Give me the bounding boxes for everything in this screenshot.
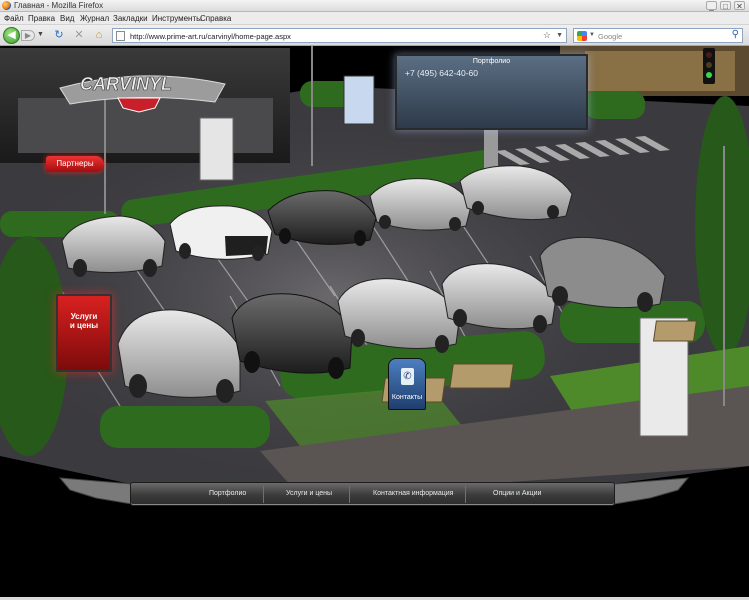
url-bar[interactable]: http://www.prime-art.ru/carvinyl/home-pa… (112, 28, 567, 43)
minimize-button[interactable]: _ (706, 1, 717, 11)
menu-file[interactable]: Файл (4, 14, 24, 23)
blank-sign-left (199, 117, 234, 181)
reload-icon[interactable]: ↻ (52, 28, 66, 42)
maximize-button[interactable]: □ (720, 1, 731, 11)
footer-nav-separator (263, 486, 264, 503)
logo-text: CARVINYL (80, 74, 172, 94)
page-icon (116, 31, 125, 41)
close-button[interactable]: ✕ (734, 1, 745, 11)
history-dropdown-button[interactable]: ▼ (37, 31, 44, 38)
footer-nav-contact-info[interactable]: Контактная информация (373, 489, 453, 498)
services-sign-line-2: и цены (69, 321, 99, 330)
menu-help[interactable]: Справка (200, 14, 231, 23)
stop-icon[interactable]: ✕ (72, 28, 86, 42)
menu-bar: Файл Правка Вид Журнал Закладки Инструме… (0, 12, 749, 25)
google-icon[interactable] (577, 31, 587, 41)
footer-nav-portfolio[interactable]: Портфолио (209, 489, 246, 498)
phone-icon: ✆ (401, 368, 414, 385)
contacts-sign[interactable]: ✆ Контакты (388, 358, 426, 410)
car-audi-convertible[interactable] (169, 205, 273, 261)
footer-nav-separator (349, 486, 350, 503)
menu-edit[interactable]: Правка (28, 14, 55, 23)
star-icon[interactable]: ☆ (543, 30, 551, 41)
search-box[interactable]: ▼ Google ⚲ (573, 28, 743, 43)
footer-nav-options-promotions[interactable]: Опции и Акции (493, 489, 541, 498)
forward-button[interactable]: ▶ (21, 30, 35, 41)
url-text[interactable]: http://www.prime-art.ru/carvinyl/home-pa… (130, 32, 291, 41)
parking-lot-scene: CARVINYL (0, 46, 749, 505)
back-arrow-icon: ◀ (7, 29, 16, 41)
partners-link[interactable]: Партнеры (46, 156, 104, 172)
services-sign-line-1: Услуги (70, 312, 98, 321)
back-button[interactable]: ◀ (3, 27, 20, 44)
poster-panel (343, 75, 375, 125)
home-icon[interactable]: ⌂ (92, 28, 106, 42)
browser-window: Главная - Mozilla Firefox _ □ ✕ Файл Пра… (0, 0, 749, 600)
page-content: CARVINYL Партнеры Портфолио +7 (495) 642… (0, 46, 749, 600)
billboard-title: Портфолио (472, 58, 511, 65)
menu-view[interactable]: Вид (60, 14, 74, 23)
search-input[interactable]: Google (598, 32, 622, 41)
footer-navigation: Портфолио Услуги и цены Контактная инфор… (130, 482, 615, 506)
window-title: Главная - Mozilla Firefox (14, 1, 104, 10)
firefox-icon (2, 1, 11, 10)
menu-tools[interactable]: Инструменты (152, 14, 202, 23)
footer-nav-separator (465, 486, 466, 503)
services-prices-sign[interactable]: Услуги и цены (56, 294, 112, 372)
footer-nav-services[interactable]: Услуги и цены (286, 489, 332, 498)
contacts-label: Контакты (391, 394, 423, 401)
menu-bookmarks[interactable]: Закладки (113, 14, 148, 23)
forward-arrow-icon: ▶ (24, 31, 32, 40)
phone-number: +7 (495) 642-40-60 (405, 68, 479, 78)
menu-history[interactable]: Журнал (80, 14, 109, 23)
portfolio-billboard[interactable]: Портфолио +7 (495) 642-40-60 (395, 54, 588, 130)
search-engine-dropdown-icon[interactable]: ▼ (589, 32, 595, 38)
navigation-toolbar: ◀ ▶ ▼ ↻ ✕ ⌂ http://www.prime-art.ru/carv… (0, 25, 749, 46)
magnifier-icon[interactable]: ⚲ (732, 29, 739, 40)
title-bar: Главная - Mozilla Firefox _ □ ✕ (0, 0, 749, 12)
url-dropdown-icon[interactable]: ▼ (556, 32, 563, 39)
